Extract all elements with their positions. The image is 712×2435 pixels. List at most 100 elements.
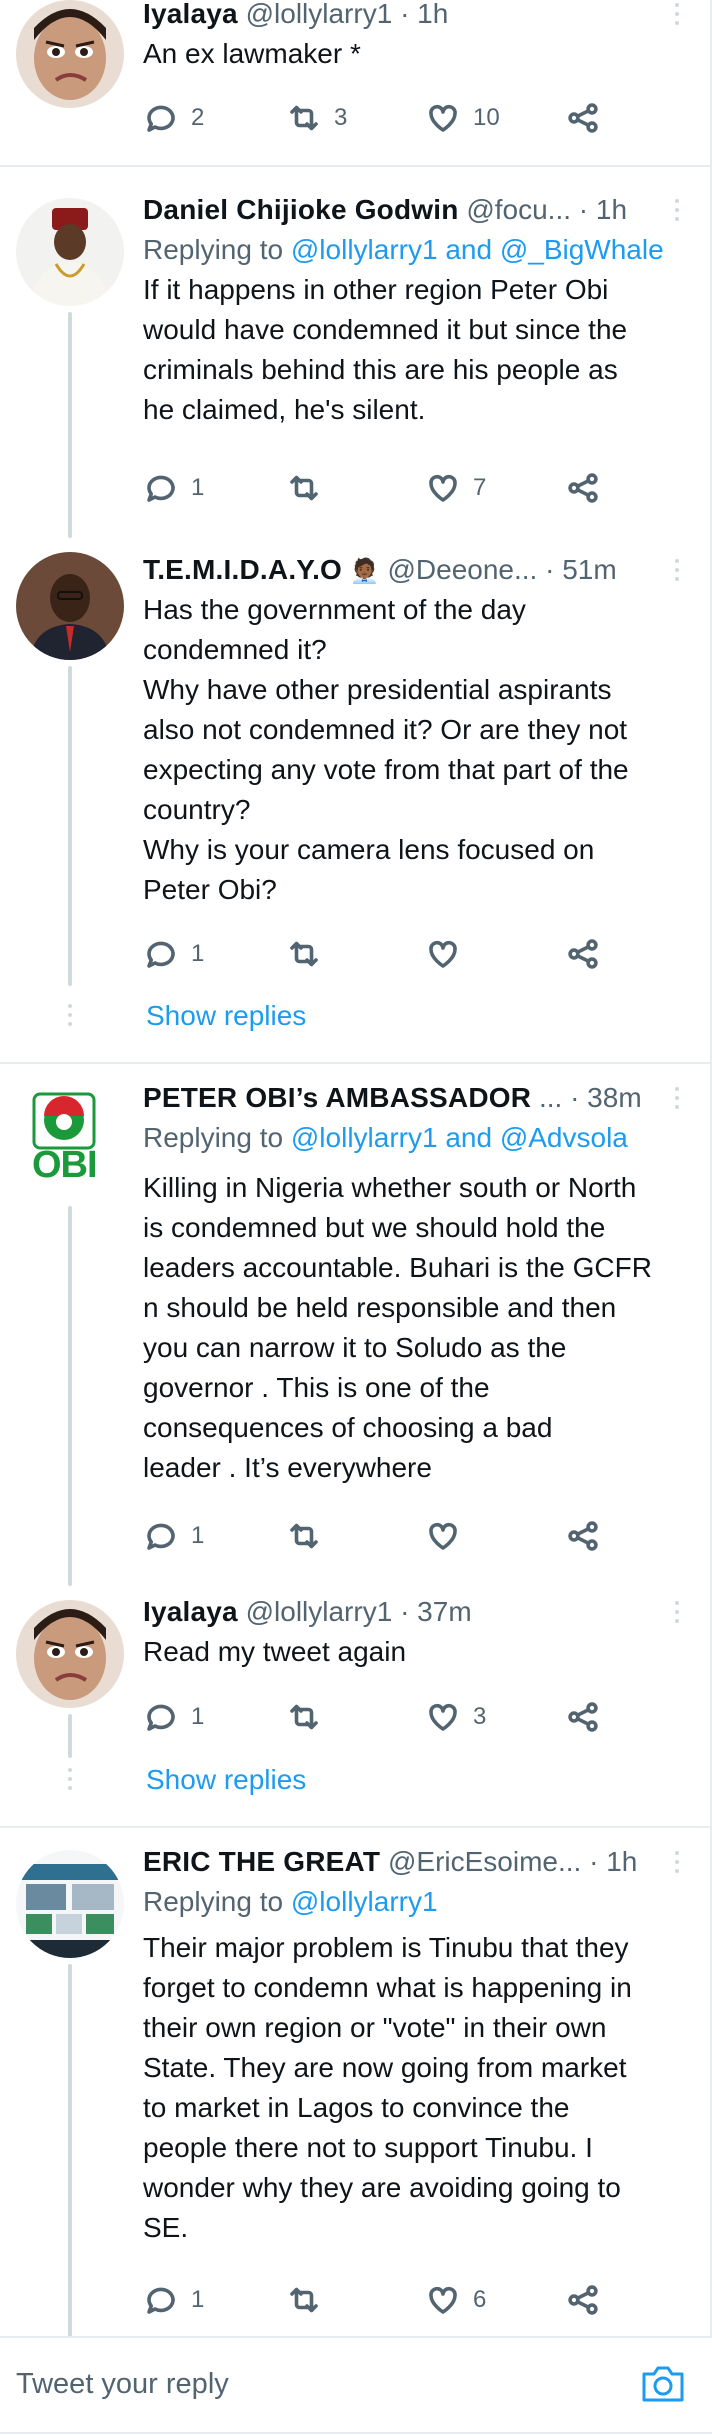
avatar[interactable] xyxy=(16,0,124,108)
timestamp[interactable]: 1h xyxy=(596,194,627,225)
user-handle[interactable]: ... xyxy=(539,1082,562,1113)
tweet-header: T.E.M.I.D.A.Y.O 🧑🏾‍💼 @Deeone... · 51m xyxy=(143,550,688,590)
separator-dot: · xyxy=(400,0,410,29)
like-button[interactable]: 7 xyxy=(425,466,486,510)
heart-icon xyxy=(429,1703,457,1731)
share-icon xyxy=(568,939,598,969)
reply-icon xyxy=(147,475,175,502)
tweet-text-line: expecting any vote from that part of the xyxy=(143,754,629,785)
avatar[interactable] xyxy=(16,1850,124,1958)
tweet-text-line: he claimed, he's silent. xyxy=(143,394,426,425)
tweet-text-line: n should be held responsible and then xyxy=(143,1292,617,1323)
replying-to-link[interactable]: @lollylarry1 xyxy=(291,1886,438,1917)
share-button[interactable] xyxy=(565,96,601,140)
tweet-text-line: you can narrow it to Soludo as the xyxy=(143,1332,567,1363)
replying-to-link[interactable]: @lollylarry1 and @Advsola xyxy=(291,1122,628,1153)
share-button[interactable] xyxy=(565,1514,601,1558)
timestamp[interactable]: 38m xyxy=(587,1082,641,1113)
tweet-divider xyxy=(0,165,712,167)
reply-button[interactable]: 1 xyxy=(143,1695,204,1739)
reply-composer[interactable]: Tweet your reply xyxy=(0,2338,712,2435)
share-button[interactable] xyxy=(565,932,601,976)
tweet-header: Iyalaya @lollylarry1 · 1h xyxy=(143,0,688,34)
timestamp[interactable]: 1h xyxy=(606,1846,637,1877)
show-replies-link[interactable]: Show replies xyxy=(146,1760,306,1800)
tweet-actions: 1 6 xyxy=(143,2278,623,2322)
retweet-button[interactable] xyxy=(286,1695,322,1739)
reply-button[interactable]: 1 xyxy=(143,932,204,976)
separator-dot: · xyxy=(578,194,589,225)
share-button[interactable] xyxy=(565,1695,601,1739)
tweet-header: ERIC THE GREAT @EricEsoime... · 1h xyxy=(143,1842,688,1882)
like-button[interactable]: 3 xyxy=(425,1695,486,1739)
more-icon[interactable] xyxy=(666,190,688,230)
thread-line xyxy=(68,1964,72,2340)
bottom-divider xyxy=(0,2432,712,2434)
tweet-text: Read my tweet again xyxy=(143,1632,688,1672)
share-button[interactable] xyxy=(565,2278,601,2322)
retweet-icon xyxy=(290,2287,318,2313)
tweet-text-line: Killing in Nigeria whether south or Nort… xyxy=(143,1172,637,1203)
display-name[interactable]: Daniel Chijioke Godwin xyxy=(143,194,459,225)
timestamp[interactable]: 37m xyxy=(417,1596,471,1627)
timestamp[interactable]: 51m xyxy=(562,554,616,585)
more-icon[interactable] xyxy=(666,1842,688,1882)
display-name[interactable]: T.E.M.I.D.A.Y.O xyxy=(143,554,342,585)
reply-button[interactable]: 1 xyxy=(143,466,204,510)
like-button[interactable]: 10 xyxy=(425,96,500,140)
retweet-button[interactable] xyxy=(286,1514,322,1558)
reply-count: 1 xyxy=(191,1703,205,1730)
user-handle[interactable]: @lollylarry1 xyxy=(246,1596,393,1627)
retweet-button[interactable] xyxy=(286,2278,322,2322)
user-handle[interactable]: @EricEsoime... xyxy=(388,1846,581,1877)
like-count: 6 xyxy=(473,2286,487,2313)
avatar[interactable] xyxy=(16,552,124,660)
more-icon[interactable] xyxy=(666,1592,688,1632)
avatar[interactable] xyxy=(16,198,124,306)
retweet-button[interactable] xyxy=(286,932,322,976)
display-name[interactable]: Iyalaya xyxy=(143,1596,238,1627)
tweet-text-line: leader . It’s everywhere xyxy=(143,1452,432,1483)
reply-button[interactable]: 1 xyxy=(143,2278,204,2322)
replying-to-link[interactable]: @lollylarry1 and @_BigWhale xyxy=(291,234,664,265)
display-name[interactable]: ERIC THE GREAT xyxy=(143,1846,380,1877)
tweet-actions: 2 3 10 xyxy=(143,96,623,140)
retweet-icon xyxy=(290,1704,318,1730)
retweet-button[interactable]: 3 xyxy=(286,96,347,140)
tweet-text-line: Has the government of the day xyxy=(143,594,526,625)
timestamp[interactable]: 1h xyxy=(417,0,448,29)
reply-button[interactable]: 1 xyxy=(143,1514,204,1558)
tweet-header: Iyalaya @lollylarry1 · 37m xyxy=(143,1592,688,1632)
person-emoji: 🧑🏾‍💼 xyxy=(349,558,380,585)
like-button[interactable] xyxy=(425,932,461,976)
user-handle[interactable]: @Deeone... xyxy=(387,554,537,585)
reply-button[interactable]: 2 xyxy=(143,96,204,140)
tweet-text-line: consequences of choosing a bad xyxy=(143,1412,553,1443)
share-icon xyxy=(568,103,598,133)
share-button[interactable] xyxy=(565,466,601,510)
tweet-text-line: forget to condemn what is happening in xyxy=(143,1972,632,2003)
tweet-text-line: Their major problem is Tinubu that they xyxy=(143,1932,629,1963)
tweet-text-line: people there not to support Tinubu. I xyxy=(143,2132,593,2163)
retweet-count: 3 xyxy=(334,104,348,131)
avatar[interactable]: OBI xyxy=(22,1090,122,1190)
reply-count: 1 xyxy=(191,1522,205,1549)
reply-input[interactable]: Tweet your reply xyxy=(16,2368,229,2401)
display-name[interactable]: PETER OBI’s AMBASSADOR xyxy=(143,1082,531,1113)
show-replies-link[interactable]: Show replies xyxy=(146,996,306,1036)
like-button[interactable]: 6 xyxy=(425,2278,486,2322)
like-count: 10 xyxy=(473,104,500,131)
user-handle[interactable]: @focu... xyxy=(466,194,571,225)
display-name[interactable]: Iyalaya xyxy=(143,0,238,29)
more-icon[interactable] xyxy=(666,550,688,590)
retweet-icon xyxy=(290,475,318,501)
more-icon[interactable] xyxy=(666,1078,688,1118)
like-button[interactable] xyxy=(425,1514,461,1558)
retweet-button[interactable] xyxy=(286,466,322,510)
avatar[interactable] xyxy=(16,1600,124,1708)
like-count: 7 xyxy=(473,474,487,501)
user-handle[interactable]: @lollylarry1 xyxy=(246,0,393,29)
camera-icon[interactable] xyxy=(640,2362,686,2404)
more-icon[interactable] xyxy=(666,0,688,34)
heart-icon xyxy=(429,2286,457,2314)
